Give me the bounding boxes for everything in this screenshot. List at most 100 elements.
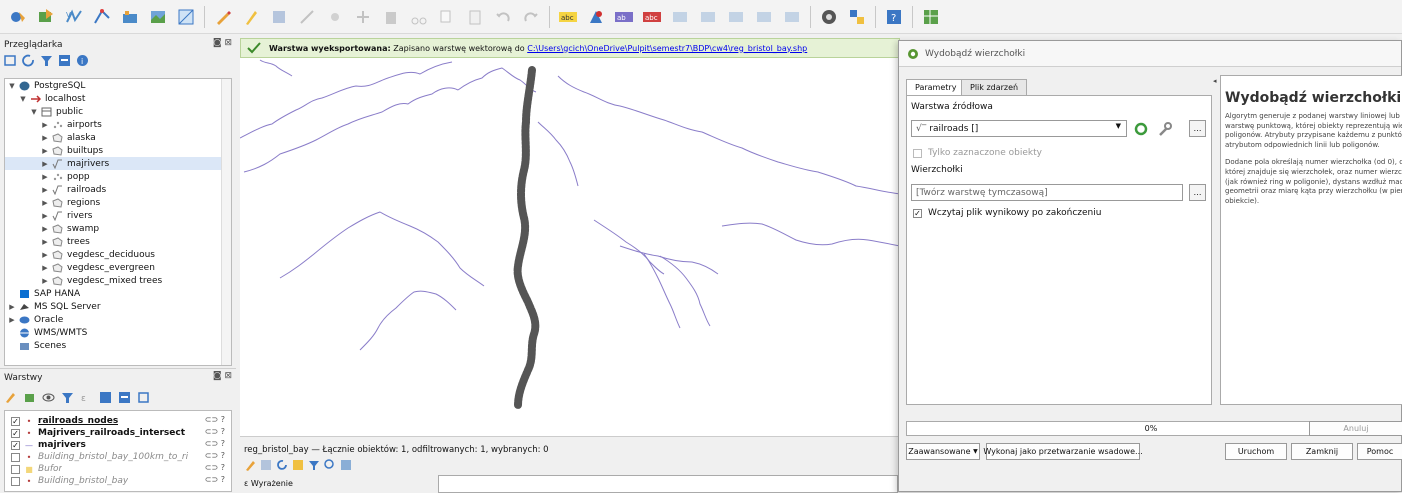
add-db-layer-icon[interactable] — [119, 6, 141, 28]
browser-item-swamp[interactable]: ▶ swamp — [5, 222, 231, 235]
expanded-arrow-icon[interactable]: ▼ — [8, 82, 16, 90]
tab-parameters[interactable]: Parametry — [906, 79, 966, 95]
collapsed-arrow-icon[interactable]: ▶ — [41, 186, 49, 194]
message-file-link[interactable]: C:\Users\gcich\OneDrive\Pulpit\semestr7\… — [527, 44, 807, 53]
advanced-button[interactable]: Zaawansowane ▼ — [906, 443, 980, 460]
browser-item-popp[interactable]: ▶ popp — [5, 170, 231, 183]
browser-item-oracle[interactable]: ▶ Oracle — [5, 313, 231, 326]
change-label-icon[interactable] — [725, 6, 747, 28]
browser-item-vegdesc-evergreen[interactable]: ▶ vegdesc_evergreen — [5, 261, 231, 274]
selected-only-checkbox[interactable] — [913, 148, 922, 158]
layer-row[interactable]: ✓ — majrivers ⊂⊃ ? — [5, 439, 231, 451]
collapsed-arrow-icon[interactable]: ▶ — [41, 199, 49, 207]
python-console-icon[interactable] — [846, 6, 868, 28]
browser-item-ms-sql-server[interactable]: ▶ MS SQL Server — [5, 300, 231, 313]
save-edits-icon[interactable] — [268, 6, 290, 28]
collapsed-arrow-icon[interactable]: ▶ — [8, 316, 16, 324]
properties-icon[interactable]: i — [76, 54, 89, 67]
select-all-icon[interactable] — [292, 459, 304, 471]
collapsed-arrow-icon[interactable]: ▶ — [41, 212, 49, 220]
browser-item-scenes[interactable]: Scenes — [5, 339, 231, 352]
batch-process-button[interactable]: Wykonaj jako przetwarzanie wsadowe... — [983, 443, 1143, 460]
copy-features-icon[interactable] — [436, 6, 458, 28]
tab-log[interactable]: Plik zdarzeń — [961, 79, 1028, 95]
expanded-arrow-icon[interactable]: ▼ — [19, 95, 27, 103]
collapsed-arrow-icon[interactable]: ▶ — [41, 160, 49, 168]
label-abc-icon[interactable]: abc — [557, 6, 579, 28]
collapsed-arrow-icon[interactable]: ▶ — [41, 238, 49, 246]
show-hide-labels-icon[interactable]: abc — [641, 6, 663, 28]
layer-visibility-checkbox[interactable] — [11, 464, 20, 474]
layer-row[interactable]: ✓ • railroads_nodes ⊂⊃ ? — [5, 415, 231, 427]
layer-visibility-checkbox[interactable] — [11, 476, 20, 486]
expanded-arrow-icon[interactable]: ▼ — [30, 108, 38, 116]
browser-item-alaska[interactable]: ▶ alaska — [5, 131, 231, 144]
iterate-icon[interactable] — [1133, 121, 1149, 137]
collapsed-arrow-icon[interactable]: ▶ — [41, 264, 49, 272]
layer-labeling-icon[interactable] — [585, 6, 607, 28]
browser-tree[interactable]: ▼ PostgreSQL ▼ localhost ▼ public ▶ airports ▶ al… — [4, 78, 232, 366]
browser-item-airports[interactable]: ▶ airports — [5, 118, 231, 131]
filter-table-icon[interactable] — [308, 459, 320, 471]
selected-only-option[interactable]: Tylko zaznaczone obiekty — [913, 148, 1042, 158]
browser-item-vegdesc-deciduous[interactable]: ▶ vegdesc_deciduous — [5, 248, 231, 261]
collapsed-arrow-icon[interactable]: ▶ — [8, 303, 16, 311]
browser-item-postgresql[interactable]: ▼ PostgreSQL — [5, 79, 231, 92]
browser-item-rivers[interactable]: ▶ rivers — [5, 209, 231, 222]
collapsed-arrow-icon[interactable]: ▶ — [41, 225, 49, 233]
layer-row[interactable]: • Building_bristol_bay_100km_to_ri ⊂⊃ ? — [5, 451, 231, 463]
diagram-icon[interactable] — [781, 6, 803, 28]
add-vector-layer-icon[interactable]: V — [63, 6, 85, 28]
layer-row[interactable]: ■ Bufor ⊂⊃ ? — [5, 463, 231, 475]
add-layer-icon[interactable] — [35, 6, 57, 28]
layers-dock-buttons[interactable]: ◙ ⊠ — [213, 371, 232, 381]
add-line-layer-icon[interactable] — [91, 6, 113, 28]
redo-icon[interactable] — [520, 6, 542, 28]
add-mesh-icon[interactable] — [175, 6, 197, 28]
digitize-icon[interactable] — [7, 6, 29, 28]
layer-row[interactable]: • Building_bristol_bay ⊂⊃ ? — [5, 475, 231, 487]
help-button[interactable]: Pomoc — [1357, 443, 1402, 460]
add-selected-icon[interactable] — [4, 54, 17, 67]
paste-features-icon[interactable] — [464, 6, 486, 28]
browser-item-railroads[interactable]: ▶ railroads — [5, 183, 231, 196]
browser-item-wms-wmts[interactable]: WMS/WMTS — [5, 326, 231, 339]
delete-selected-icon[interactable] — [380, 6, 402, 28]
plugin-puzzle-icon[interactable] — [818, 6, 840, 28]
run-button[interactable]: Uruchom — [1225, 443, 1287, 460]
source-layer-combo[interactable]: √‾ railroads [] ▼ — [911, 120, 1127, 137]
help-icon[interactable]: ? — [883, 6, 905, 28]
vertices-output-field[interactable]: [Twórz warstwę tymczasową] — [911, 184, 1183, 201]
browser-scrollbar[interactable] — [221, 79, 231, 365]
modify-attributes-icon[interactable] — [352, 6, 374, 28]
browser-item-regions[interactable]: ▶ regions — [5, 196, 231, 209]
collapsed-arrow-icon[interactable]: ▶ — [41, 147, 49, 155]
layer-visibility-checkbox[interactable] — [11, 452, 20, 462]
layer-visibility-checkbox[interactable]: ✓ — [11, 416, 20, 426]
collapsed-arrow-icon[interactable]: ▶ — [41, 173, 49, 181]
browser-item-builtups[interactable]: ▶ builtups — [5, 144, 231, 157]
label-properties-icon[interactable] — [753, 6, 775, 28]
browser-item-sap-hana[interactable]: SAP HANA — [5, 287, 231, 300]
zoom-to-selection-icon[interactable] — [324, 459, 336, 471]
collapsed-arrow-icon[interactable]: ▶ — [41, 121, 49, 129]
layer-visibility-checkbox[interactable]: ✓ — [11, 428, 20, 438]
styling-icon[interactable] — [4, 391, 17, 404]
collapsed-arrow-icon[interactable]: ▶ — [41, 277, 49, 285]
open-output-checkbox[interactable]: ✓ — [913, 208, 922, 218]
map-canvas[interactable] — [239, 58, 901, 436]
manage-map-themes-icon[interactable] — [42, 391, 55, 404]
rotate-label-icon[interactable] — [697, 6, 719, 28]
remove-layer-icon[interactable] — [137, 391, 150, 404]
save-icon[interactable] — [260, 459, 272, 471]
undo-icon[interactable] — [492, 6, 514, 28]
pencil-icon[interactable] — [240, 6, 262, 28]
vertices-browse-button[interactable]: … — [1189, 184, 1206, 201]
filter-icon[interactable] — [40, 54, 53, 67]
collapsed-arrow-icon[interactable]: ▶ — [41, 251, 49, 259]
layer-visibility-checkbox[interactable]: ✓ — [11, 440, 20, 450]
browser-item-localhost[interactable]: ▼ localhost — [5, 92, 231, 105]
browser-item-vegdesc-mixed-trees[interactable]: ▶ vegdesc_mixed trees — [5, 274, 231, 287]
add-feature-icon[interactable] — [296, 6, 318, 28]
expression-input[interactable] — [438, 475, 898, 493]
